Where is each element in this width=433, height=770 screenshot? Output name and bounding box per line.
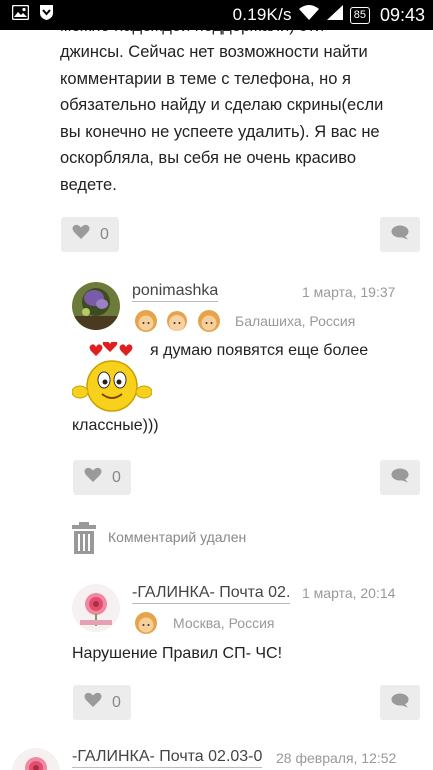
username-link[interactable]: -ГАЛИНКА- Почта 02.03-0 [72,748,263,768]
comment-text: классные))) [72,417,159,434]
status-bar: 0.19K/s 85 09:43 [0,0,433,30]
girl-badge-icon [133,610,159,636]
comments-feed[interactable]: можно надеждой поддержали) эти джинсы. С… [0,30,433,770]
comment-line: вы конечно не успеете удалить). Я вас не [60,122,380,141]
girl-badge-icon [196,308,222,334]
heart-icon [72,224,90,245]
battery-level: 85 [349,6,370,24]
gallery-icon [11,4,30,25]
like-count: 0 [112,693,121,711]
comment-line: обязательно найду и сделаю скрины(если [60,96,384,114]
comment-text: я думаю появятся еще более [150,342,369,359]
speech-bubble-icon [391,693,409,713]
like-count: 0 [112,468,121,486]
download-shield-icon [39,4,54,26]
speech-bubble-icon [391,468,409,488]
heart-icon [84,692,102,713]
comment-date: 1 марта, 19:37 [302,284,396,300]
speech-bubble-icon [391,225,409,245]
reply-button[interactable] [380,217,420,252]
comment-text: джинсы. Сейчас нет возможности найти ком… [60,39,420,198]
like-button[interactable]: 0 [73,685,131,720]
username-link[interactable]: ponimashka [132,282,219,302]
girl-badge-icon [133,308,159,334]
location: Москва, Россия [173,615,275,631]
comment-line: оскорбляла, вы себя не очень красиво [60,149,357,167]
signal-icon [326,4,344,26]
net-speed: 0.19K/s [232,5,292,24]
deleted-comment-label: Комментарий удален [108,529,247,545]
username-link[interactable]: -ГАЛИНКА- Почта 02. [132,584,291,604]
location: Балашиха, Россия [235,313,356,329]
in-love-smiley-icon [71,340,153,414]
clock: 09:43 [379,4,425,25]
comment-text: Нарушение Правил СП- ЧС! [72,645,283,662]
comment-line: ведете. [60,175,117,194]
comment-line: джинсы. Сейчас нет возможности найти [60,43,368,61]
comment-line: комментарии в теме с телефона, но я [60,69,351,88]
avatar[interactable] [72,282,120,330]
like-count: 0 [100,225,109,243]
reply-button[interactable] [380,460,420,495]
avatar[interactable] [12,748,60,770]
boy-badge-icon [164,308,190,334]
comment-date: 28 февраля, 12:52 [276,750,397,766]
like-button[interactable]: 0 [73,460,131,495]
avatar[interactable] [72,584,120,632]
like-button[interactable]: 0 [61,217,119,252]
reply-button[interactable] [380,685,420,720]
trash-icon [72,522,96,559]
comment-date: 1 марта, 20:14 [302,585,396,601]
wifi-icon [298,4,320,26]
heart-icon [84,467,102,488]
